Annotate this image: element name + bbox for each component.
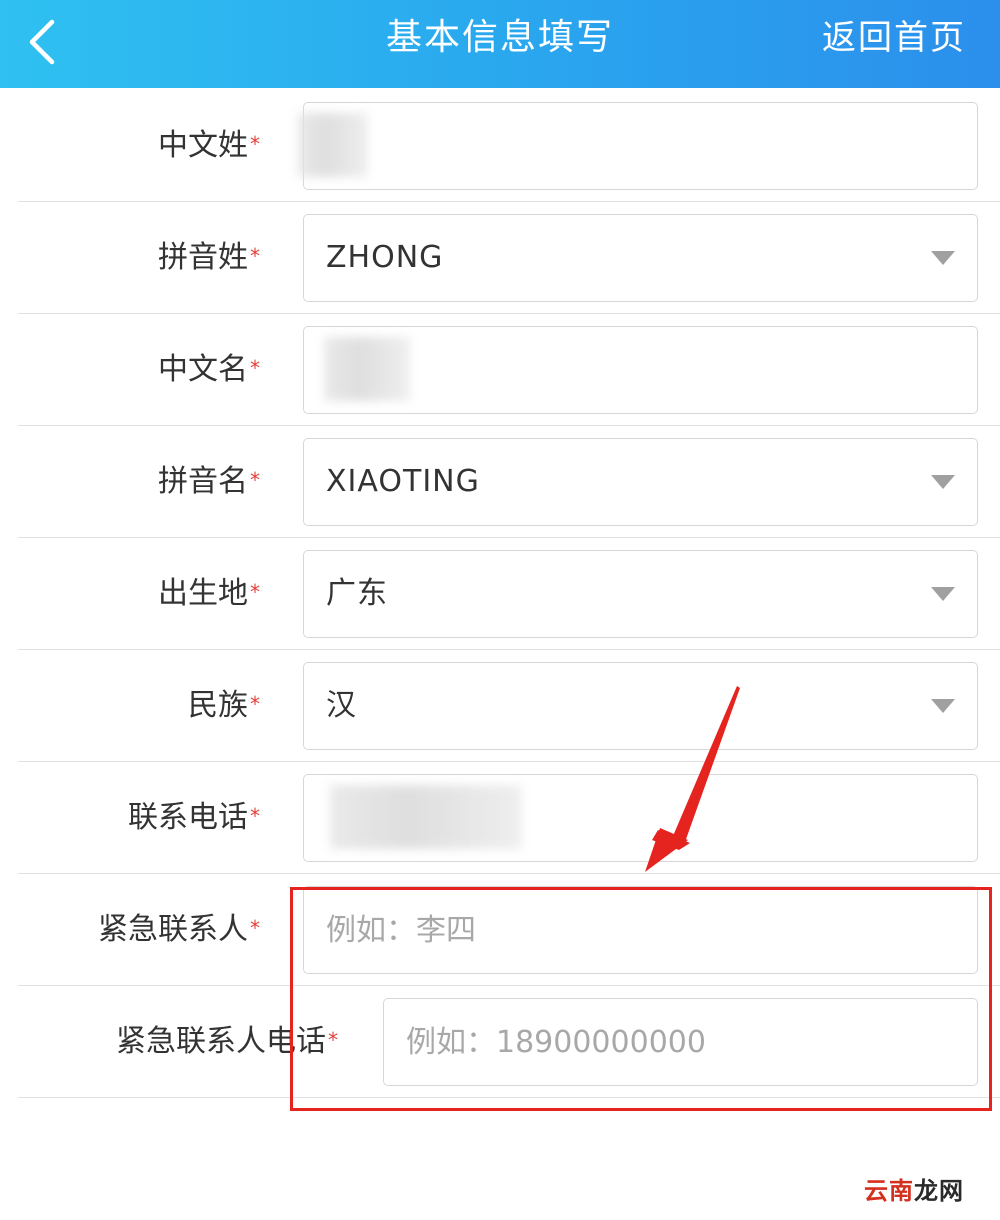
- selected-value: 广东: [326, 576, 388, 611]
- form-row-emergency-phone: 紧急联系人电话 *: [18, 986, 1000, 1098]
- caret-down-icon: [931, 699, 955, 713]
- field-label: 紧急联系人电话 *: [116, 1024, 338, 1059]
- emergency-contact-field[interactable]: [303, 886, 978, 974]
- required-mark: *: [250, 132, 260, 156]
- selected-value: 汉: [326, 688, 357, 723]
- site-watermark: 云南龙网: [864, 1177, 964, 1205]
- caret-down-icon: [931, 587, 955, 601]
- emergency-contact-input[interactable]: [326, 887, 977, 973]
- birthplace-select[interactable]: 广东: [303, 550, 978, 638]
- basic-info-form: 中文姓 * 拼音姓 * ZHONG 中文名 * 拼音名 * XIAOTING 出生地 * …: [18, 90, 1000, 1098]
- caret-down-icon: [931, 251, 955, 265]
- chevron-left-icon: [29, 19, 55, 65]
- form-row-emergency-contact: 紧急联系人 *: [18, 874, 1000, 986]
- required-mark: *: [250, 468, 260, 492]
- return-home-link[interactable]: 返回首页: [822, 0, 966, 88]
- field-label: 联系电话 *: [128, 800, 260, 835]
- required-mark: *: [250, 580, 260, 604]
- selected-value: ZHONG: [326, 240, 444, 275]
- form-row-phone: 联系电话 *: [18, 762, 1000, 874]
- form-row-ethnicity: 民族 * 汉: [18, 650, 1000, 762]
- field-label: 拼音姓 *: [158, 240, 260, 275]
- required-mark: *: [250, 916, 260, 940]
- required-mark: *: [328, 1028, 338, 1052]
- redacted-value: [330, 785, 522, 849]
- field-label: 中文姓 *: [158, 128, 260, 163]
- pinyin-surname-select[interactable]: ZHONG: [303, 214, 978, 302]
- required-mark: *: [250, 804, 260, 828]
- emergency-phone-input[interactable]: [406, 999, 977, 1085]
- emergency-phone-field[interactable]: [383, 998, 978, 1086]
- back-button[interactable]: [18, 14, 68, 70]
- required-mark: *: [250, 356, 260, 380]
- chinese-given-name-input[interactable]: [303, 326, 978, 414]
- required-mark: *: [250, 244, 260, 268]
- pinyin-given-name-select[interactable]: XIAOTING: [303, 438, 978, 526]
- phone-input[interactable]: [303, 774, 978, 862]
- ethnicity-select[interactable]: 汉: [303, 662, 978, 750]
- redacted-value: [298, 113, 368, 177]
- field-label: 紧急联系人 *: [98, 912, 260, 947]
- top-nav-bar: 基本信息填写 返回首页: [0, 0, 1000, 88]
- chinese-surname-input[interactable]: [298, 102, 978, 190]
- field-label: 拼音名 *: [158, 464, 260, 499]
- field-label: 中文名 *: [158, 352, 260, 387]
- redacted-value: [324, 337, 410, 401]
- form-row-pinyin-surname: 拼音姓 * ZHONG: [18, 202, 1000, 314]
- required-mark: *: [250, 692, 260, 716]
- field-label: 民族 *: [188, 688, 260, 723]
- form-row-chinese-surname: 中文姓 *: [18, 90, 1000, 202]
- form-row-birthplace: 出生地 * 广东: [18, 538, 1000, 650]
- form-row-pinyin-given-name: 拼音名 * XIAOTING: [18, 426, 1000, 538]
- selected-value: XIAOTING: [326, 464, 480, 499]
- caret-down-icon: [931, 475, 955, 489]
- form-row-chinese-given-name: 中文名 *: [18, 314, 1000, 426]
- field-label: 出生地 *: [158, 576, 260, 611]
